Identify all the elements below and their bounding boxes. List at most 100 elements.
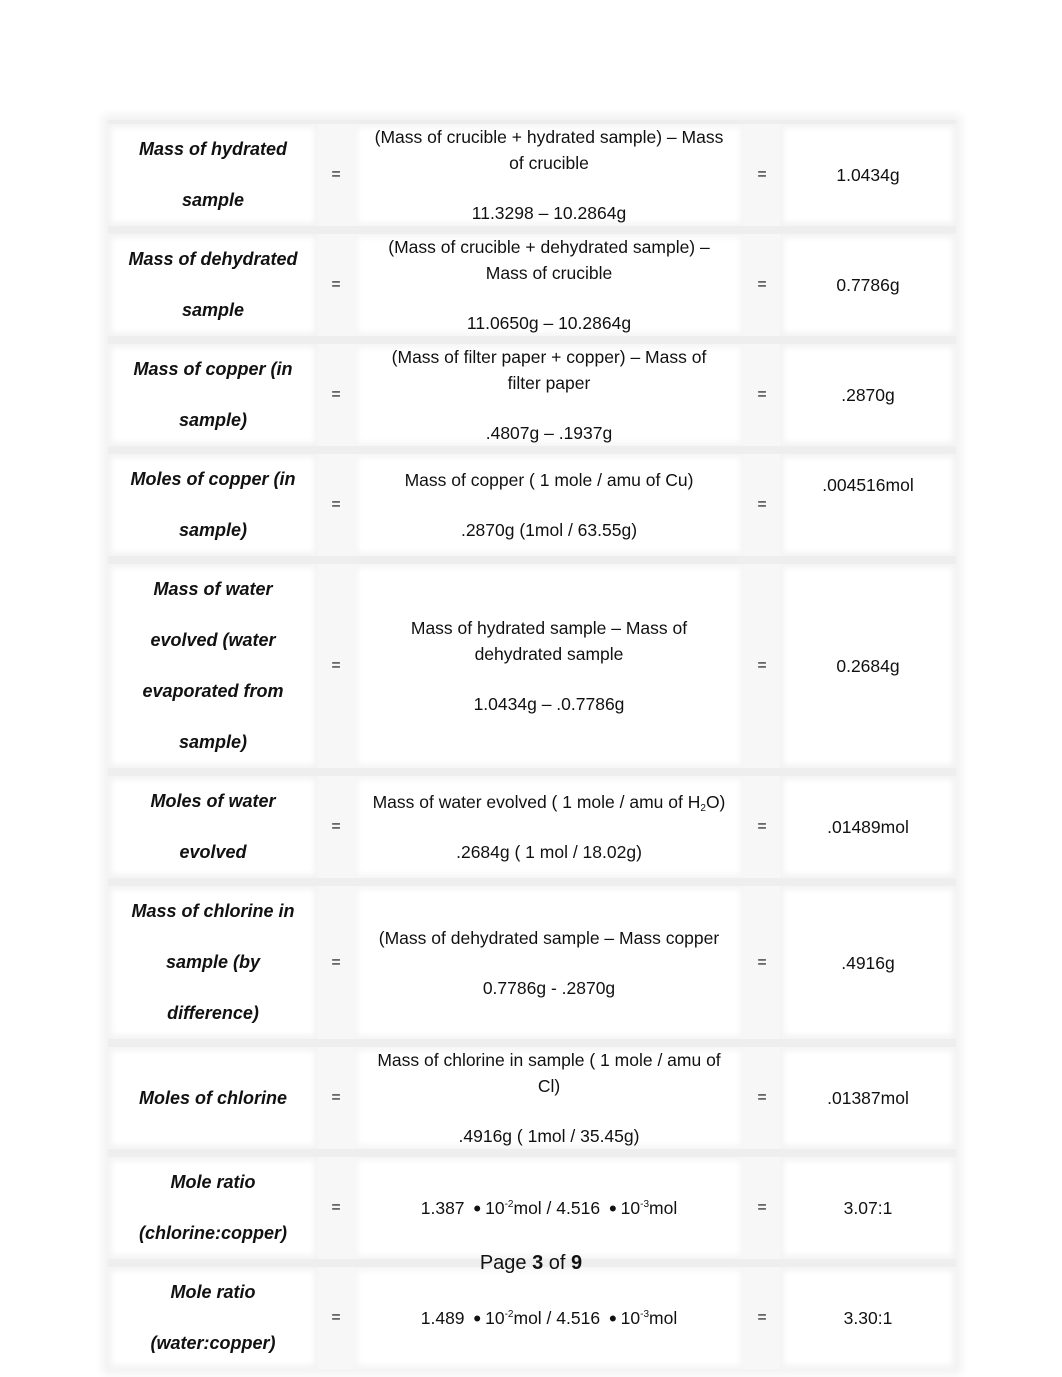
equals-sign: =: [318, 878, 354, 1039]
unit: mol: [649, 1197, 678, 1218]
page-prefix: Page: [479, 1252, 533, 1274]
formula-substitution: 0.7786g - .2870g: [482, 977, 616, 998]
label-line: difference): [167, 1003, 259, 1023]
unit: mol: [649, 1307, 678, 1328]
equals-sign: =: [318, 226, 354, 336]
quantity-label: Moles of copper (in sample): [108, 446, 318, 556]
table-row: Mass of water evolved (water evaporated …: [108, 556, 956, 768]
label-line: (water:copper): [150, 1333, 276, 1353]
formula-text: Mass of chlorine in sample ( 1 mole / am…: [377, 1050, 721, 1096]
base: 10: [620, 1307, 641, 1328]
equals-sign: =: [318, 1149, 354, 1259]
label-line: sample): [178, 410, 248, 430]
formula-cell: (Mass of crucible + dehydrated sample) –…: [354, 226, 744, 336]
label-line: Mole ratio: [170, 1172, 256, 1192]
formula-substitution: .2870g (1mol / 63.55g): [460, 520, 638, 540]
result-value: .2870g: [780, 336, 956, 446]
equals-sign: =: [744, 556, 780, 768]
equals-sign: =: [318, 768, 354, 878]
formula-text: Mass of copper ( 1 mole / amu of Cu): [404, 470, 694, 490]
current-page: 3: [532, 1252, 544, 1274]
exponent: -2: [504, 1308, 514, 1320]
equals-sign: =: [318, 120, 354, 226]
label-line: evolved (water: [150, 630, 276, 650]
formula-text: (Mass of dehydrated sample – Mass copper: [378, 927, 720, 948]
equals-sign: =: [744, 226, 780, 336]
label-line: sample): [178, 732, 248, 752]
equals-sign: =: [318, 556, 354, 768]
exponent: -3: [640, 1198, 650, 1210]
quantity-label: Moles of water evolved: [108, 768, 318, 878]
table-row: Mole ratio (water:copper) = 1.489 • 10-2m…: [108, 1259, 956, 1369]
formula-text: Mass of water evolved ( 1 mole / amu of …: [354, 789, 744, 815]
result-value: 0.2684g: [780, 556, 956, 768]
formula-text: (Mass of filter paper + copper) – Mass o…: [391, 347, 707, 393]
formula-cell: (Mass of crucible + hydrated sample) – M…: [354, 120, 744, 226]
formula-cell: (Mass of dehydrated sample – Mass copper…: [354, 878, 744, 1039]
label-line: Moles of chlorine: [138, 1087, 288, 1108]
equals-sign: =: [318, 1039, 354, 1149]
quantity-label: Mass of water evolved (water evaporated …: [108, 556, 318, 768]
formula-substitution: 11.0650g – 10.2864g: [466, 313, 632, 333]
formula-cell: Mass of hydrated sample – Mass of dehydr…: [354, 556, 744, 768]
label-line: Mass of copper (in: [133, 359, 293, 379]
formula-text: Mass of hydrated sample – Mass of dehydr…: [410, 618, 688, 664]
result-value: 0.7786g: [780, 226, 956, 336]
coefficient: 1.387: [420, 1197, 465, 1218]
table-row: Moles of copper (in sample) = Mass of co…: [108, 446, 956, 556]
unit: mol /: [513, 1307, 557, 1328]
total-pages: 9: [571, 1252, 583, 1274]
result-value: 3.07:1: [780, 1149, 956, 1259]
equals-sign: =: [318, 1259, 354, 1369]
result-value: .004516mol: [780, 446, 956, 556]
label-line: sample (by: [165, 952, 261, 972]
label-line: Mass of hydrated: [138, 139, 288, 159]
quantity-label: Moles of chlorine: [108, 1039, 318, 1149]
formula-substitution: .2684g ( 1 mol / 18.02g): [456, 842, 642, 862]
equals-sign: =: [318, 336, 354, 446]
base: 10: [620, 1197, 641, 1218]
quantity-label: Mole ratio (chlorine:copper): [108, 1149, 318, 1259]
result-value: 1.0434g: [780, 120, 956, 226]
formula-substitution: 1.0434g – .0.7786g: [473, 694, 625, 714]
multiply-dot-icon: •: [473, 1305, 482, 1331]
quantity-label: Mass of copper (in sample): [108, 336, 318, 446]
equals-sign: =: [744, 1039, 780, 1149]
formula-cell: Mass of chlorine in sample ( 1 mole / am…: [354, 1039, 744, 1149]
label-line: sample: [181, 190, 245, 210]
result-value: .4916g: [780, 878, 956, 1039]
formula-cell: Mass of water evolved ( 1 mole / amu of …: [354, 768, 744, 878]
label-line: evaporated from: [142, 681, 284, 701]
table-row: Moles of chlorine = Mass of chlorine in …: [108, 1039, 956, 1149]
formula-text: (Mass of crucible + dehydrated sample) –…: [388, 237, 710, 283]
formula-text: (Mass of crucible + hydrated sample) – M…: [374, 127, 724, 173]
formula-text-part: O): [705, 792, 726, 812]
coefficient: 1.489: [420, 1307, 465, 1328]
result-value: .01387mol: [780, 1039, 956, 1149]
formula-cell: Mass of copper ( 1 mole / amu of Cu) .28…: [354, 446, 744, 556]
label-line: sample: [181, 300, 245, 320]
equals-sign: =: [744, 878, 780, 1039]
label-line: Moles of copper (in: [130, 469, 296, 489]
quantity-label: Mass of chlorine in sample (by differenc…: [108, 878, 318, 1039]
label-line: Mass of water: [153, 579, 273, 599]
equals-sign: =: [744, 1259, 780, 1369]
label-line: Mass of chlorine in: [131, 901, 295, 921]
quantity-label: Mass of dehydrated sample: [108, 226, 318, 336]
table-row: Moles of water evolved = Mass of water e…: [108, 768, 956, 878]
unit: mol /: [513, 1197, 557, 1218]
quantity-label: Mass of hydrated sample: [108, 120, 318, 226]
formula-cell: 1.387 • 10-2mol / 4.516 • 10-3mol: [354, 1149, 744, 1259]
calculations-table: Mass of hydrated sample = (Mass of cruci…: [108, 120, 956, 1369]
equals-sign: =: [744, 1149, 780, 1259]
base: 10: [485, 1197, 505, 1218]
exponent: -2: [504, 1198, 514, 1210]
coefficient: 4.516: [556, 1197, 601, 1218]
formula-substitution: .4807g – .1937g: [485, 423, 613, 443]
page-of: of: [543, 1252, 572, 1274]
formula-substitution: .4916g ( 1mol / 35.45g): [458, 1126, 640, 1146]
equals-sign: =: [744, 336, 780, 446]
table-row: Mass of copper (in sample) = (Mass of fi…: [108, 336, 956, 446]
multiply-dot-icon: •: [473, 1195, 482, 1221]
result-value: 3.30:1: [780, 1259, 956, 1369]
